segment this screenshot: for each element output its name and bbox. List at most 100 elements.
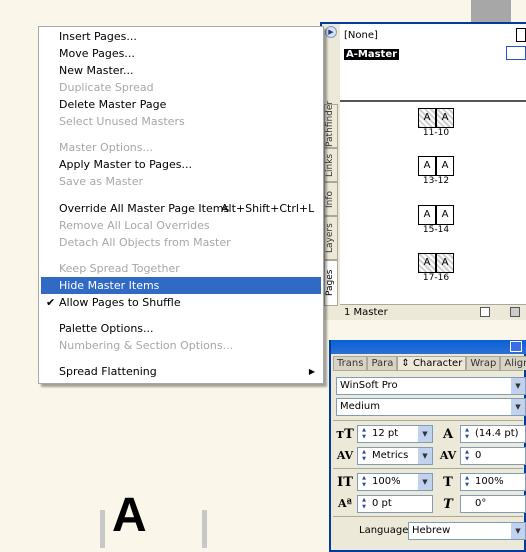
vertical-scale-field[interactable]: ▲ ▼ 100% ▼ xyxy=(357,473,433,491)
tab-paragraph[interactable]: Para xyxy=(367,356,398,370)
font-family-select[interactable]: WinSoft Pro ▼ xyxy=(336,377,526,395)
panel-titlebar[interactable] xyxy=(331,340,526,354)
submenu-arrow-icon: ▶ xyxy=(308,367,315,376)
tab-layers[interactable]: Layers xyxy=(324,216,338,260)
divider xyxy=(333,516,523,517)
vertical-scale-value: 100% xyxy=(372,476,401,487)
vertical-scale-icon: IT xyxy=(337,475,353,490)
trash-icon[interactable] xyxy=(510,307,520,317)
menu-label: Override All Master Page Items xyxy=(59,202,230,215)
menu-numbering-options: Numbering & Section Options... xyxy=(41,337,321,354)
master-a[interactable]: A-Master xyxy=(344,49,400,60)
tab-pages[interactable]: Pages xyxy=(324,260,338,306)
menu-new-master[interactable]: New Master... xyxy=(41,62,321,79)
menu-separator xyxy=(43,134,319,135)
spread-15-14[interactable]: AA 15-14 xyxy=(418,205,454,235)
menu-allow-pages-shuffle[interactable]: ✔ Allow Pages to Shuffle xyxy=(41,294,321,311)
stepper-icon[interactable]: ▲ ▼ xyxy=(359,475,369,489)
menu-label: Select Unused Masters xyxy=(59,115,185,128)
kerning-icon: AV xyxy=(336,449,354,462)
menu-master-options: Master Options... xyxy=(41,139,321,156)
close-icon[interactable] xyxy=(510,341,522,352)
divider xyxy=(333,468,523,469)
skew-field[interactable]: 0° xyxy=(460,495,526,513)
divider xyxy=(333,420,523,421)
menu-label: Palette Options... xyxy=(59,322,154,335)
horizontal-scale-field[interactable]: ▲ ▼ 100% xyxy=(460,473,526,491)
chevron-down-icon: ▼ xyxy=(511,399,525,415)
menu-label: Numbering & Section Options... xyxy=(59,339,234,352)
menu-label: Duplicate Spread xyxy=(59,81,154,94)
horizontal-scale-icon: T xyxy=(443,475,453,490)
chevron-down-icon: ▼ xyxy=(418,474,432,490)
language-value: Hebrew xyxy=(412,525,451,536)
stepper-icon[interactable]: ▲ ▼ xyxy=(462,449,472,463)
menu-override-all[interactable]: Override All Master Page Items Alt+Shift+… xyxy=(41,200,321,217)
menu-apply-master[interactable]: Apply Master to Pages... xyxy=(41,156,321,173)
leading-field[interactable]: ▲ ▼ (14.4 pt) xyxy=(460,425,526,443)
spread-17-16[interactable]: AA 17-16 xyxy=(418,253,454,283)
font-size-field[interactable]: ▲ ▼ 12 pt ▼ xyxy=(357,425,433,443)
skew-icon: T xyxy=(443,497,453,512)
tab-links[interactable]: Links xyxy=(324,148,338,182)
menu-insert-pages[interactable]: Insert Pages... xyxy=(41,28,321,45)
tab-wrap[interactable]: Wrap xyxy=(466,356,501,370)
new-page-icon[interactable] xyxy=(480,307,490,317)
tracking-field[interactable]: ▲ ▼ 0 xyxy=(460,447,526,465)
menu-label: New Master... xyxy=(59,64,134,77)
menu-separator xyxy=(43,194,319,195)
stepper-icon[interactable]: ▲ ▼ xyxy=(462,427,472,441)
panel-menu-button[interactable]: ▶ xyxy=(325,26,337,38)
chevron-down-icon: ▼ xyxy=(418,448,432,464)
skew-value: 0° xyxy=(475,498,487,509)
spread-label: 15-14 xyxy=(422,225,450,235)
tab-transform[interactable]: Trans xyxy=(333,356,368,370)
spread-11-10[interactable]: AA 11-10 xyxy=(418,108,454,138)
stepper-icon[interactable]: ▲ ▼ xyxy=(359,449,369,463)
menu-label: Allow Pages to Shuffle xyxy=(59,296,181,309)
spread-label: 13-12 xyxy=(422,176,450,186)
character-panel xyxy=(329,340,526,552)
menu-label: Apply Master to Pages... xyxy=(59,158,193,171)
page-thumb: A xyxy=(418,205,436,225)
tab-character[interactable]: ⇕ Character xyxy=(397,356,467,370)
stepper-icon[interactable]: ▲ ▼ xyxy=(359,497,369,511)
menu-move-pages[interactable]: Move Pages... xyxy=(41,45,321,62)
leading-value: (14.4 pt) xyxy=(475,428,519,439)
stepper-icon[interactable]: ▲ ▼ xyxy=(462,475,472,489)
tab-label: Character xyxy=(412,358,463,369)
language-select[interactable]: Hebrew ▼ xyxy=(408,522,526,540)
menu-remove-local-overrides: Remove All Local Overrides xyxy=(41,217,321,234)
chevron-down-icon: ▼ xyxy=(511,523,525,539)
master-a-thumb xyxy=(506,46,526,60)
tab-info[interactable]: Info xyxy=(324,182,338,216)
menu-duplicate-spread: Duplicate Spread xyxy=(41,79,321,96)
document-scrollbar xyxy=(471,0,511,22)
tab-align[interactable]: Align xyxy=(500,356,526,370)
chevron-down-icon: ▼ xyxy=(418,426,432,442)
tab-pathfinder[interactable]: Pathfinder xyxy=(324,101,338,148)
menu-delete-master-page[interactable]: Delete Master Page xyxy=(41,96,321,113)
font-style-select[interactable]: Medium ▼ xyxy=(336,398,526,416)
baseline-shift-field[interactable]: ▲ ▼ 0 pt xyxy=(357,495,433,513)
spread-label: 11-10 xyxy=(422,128,450,138)
master-none[interactable]: [None] xyxy=(344,30,378,41)
status-text: 1 Master xyxy=(344,307,388,318)
page-thumb: A xyxy=(436,205,454,225)
menu-label: Detach All Objects from Master xyxy=(59,236,231,249)
horizontal-scale-value: 100% xyxy=(475,476,504,487)
spread-label: 17-16 xyxy=(422,273,450,283)
kerning-field[interactable]: ▲ ▼ Metrics ▼ xyxy=(357,447,433,465)
spread-13-12[interactable]: AA 13-12 xyxy=(418,156,454,186)
menu-hide-master-items[interactable]: Hide Master Items xyxy=(41,277,321,294)
menu-palette-options[interactable]: Palette Options... xyxy=(41,320,321,337)
menu-shortcut: Alt+Shift+Ctrl+L xyxy=(221,202,315,215)
master-none-thumb xyxy=(516,28,526,42)
stepper-icon[interactable]: ▲ ▼ xyxy=(359,427,369,441)
menu-spread-flattening[interactable]: Spread Flattening ▶ xyxy=(41,363,321,380)
menu-select-unused-masters: Select Unused Masters xyxy=(41,113,321,130)
page-thumb: A xyxy=(418,156,436,176)
menu-separator xyxy=(43,254,319,255)
page-thumb: A xyxy=(436,156,454,176)
kerning-value: Metrics xyxy=(372,450,409,461)
